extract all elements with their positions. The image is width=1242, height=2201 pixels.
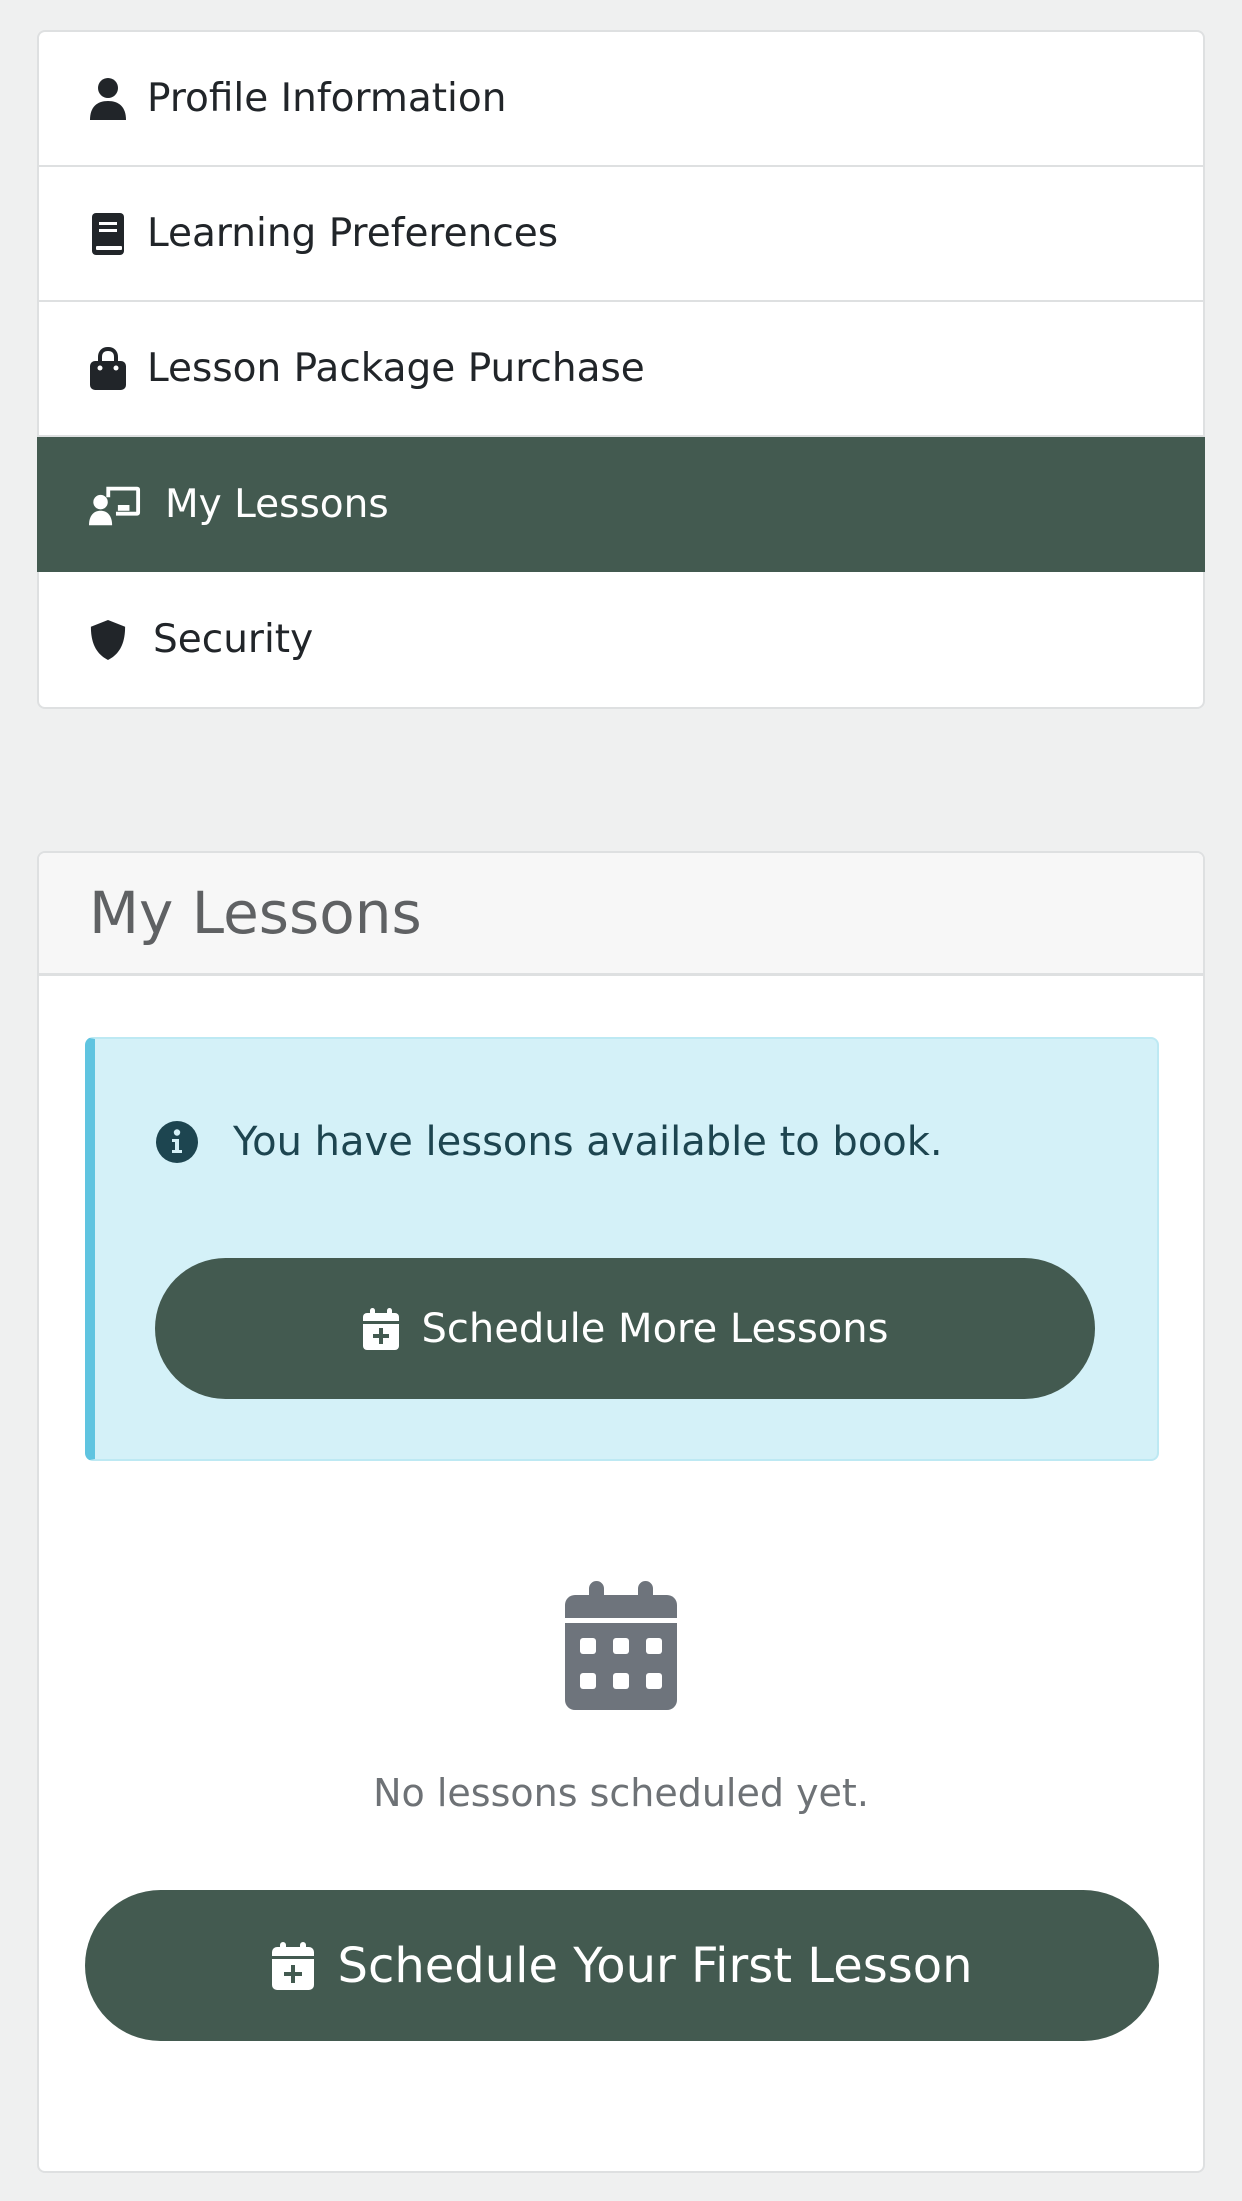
shield-icon — [89, 618, 127, 662]
my-lessons-card: My Lessons You have lessons available to… — [37, 851, 1205, 2173]
chalkboard-user-icon — [89, 483, 141, 527]
nav-item-learning-preferences[interactable]: Learning Preferences — [39, 167, 1203, 302]
card-header: My Lessons — [39, 853, 1203, 976]
profile-nav: Profile Information Learning Preferences… — [37, 30, 1205, 709]
nav-item-label: Security — [153, 617, 314, 662]
nav-item-label: Profile Information — [147, 76, 507, 121]
info-circle-icon — [155, 1120, 199, 1164]
nav-item-security[interactable]: Security — [39, 572, 1203, 707]
nav-item-label: My Lessons — [165, 482, 389, 527]
nav-item-label: Lesson Package Purchase — [147, 346, 645, 391]
shopping-bag-icon — [89, 346, 127, 391]
nav-item-profile-information[interactable]: Profile Information — [39, 32, 1203, 167]
schedule-more-lessons-button[interactable]: Schedule More Lessons — [155, 1258, 1095, 1399]
card-title: My Lessons — [89, 879, 422, 947]
alert-message: You have lessons available to book. — [233, 1119, 943, 1165]
button-label: Schedule More Lessons — [421, 1305, 889, 1352]
button-label: Schedule Your First Lesson — [337, 1937, 973, 1994]
user-icon — [89, 77, 127, 121]
alert-message-row: You have lessons available to book. — [155, 1119, 943, 1165]
schedule-first-lesson-button[interactable]: Schedule Your First Lesson — [85, 1890, 1159, 2041]
book-icon — [89, 212, 127, 256]
calendar-plus-icon — [271, 1941, 315, 1991]
info-alert: You have lessons available to book. Sche… — [85, 1037, 1159, 1461]
empty-state-message: No lessons scheduled yet. — [373, 1771, 869, 1815]
calendar-icon — [564, 1581, 678, 1711]
nav-item-my-lessons[interactable]: My Lessons — [37, 437, 1205, 572]
nav-item-label: Learning Preferences — [147, 211, 559, 256]
calendar-plus-icon — [362, 1307, 400, 1351]
nav-item-lesson-package-purchase[interactable]: Lesson Package Purchase — [39, 302, 1203, 437]
